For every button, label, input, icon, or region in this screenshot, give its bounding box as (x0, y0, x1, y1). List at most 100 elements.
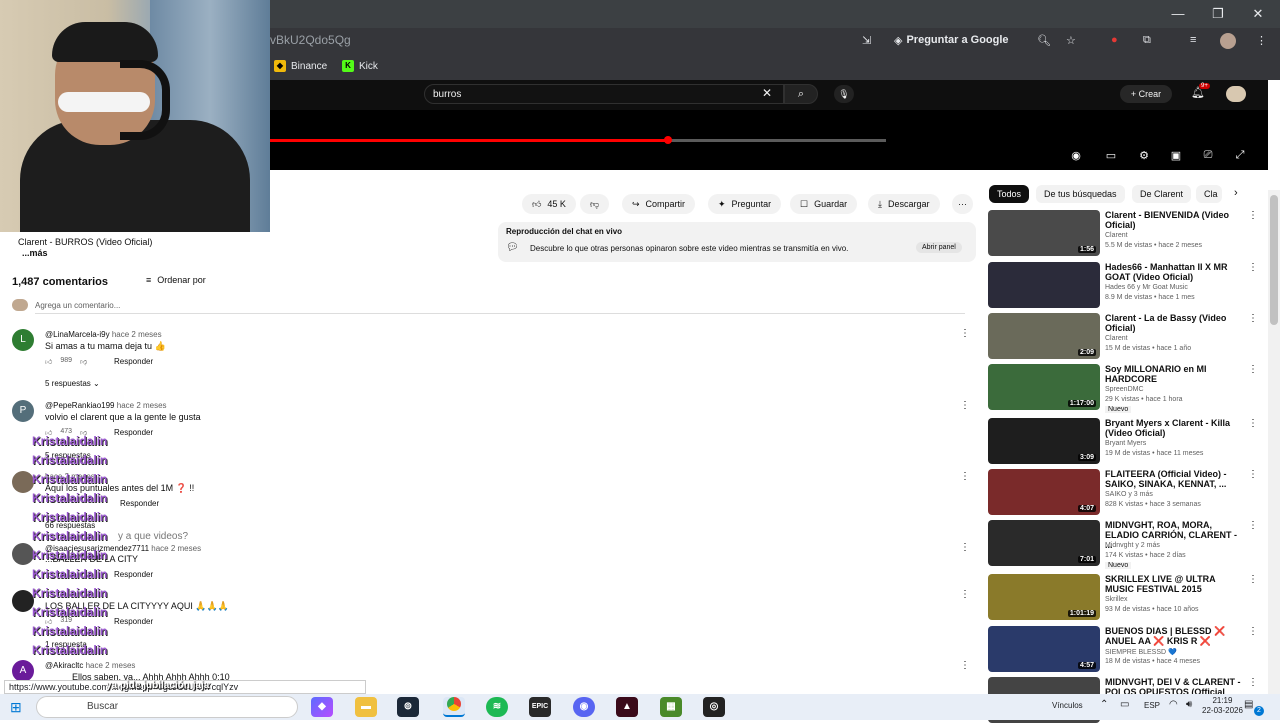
search-button[interactable]: ⌕ (784, 84, 818, 104)
video-menu-icon[interactable]: ⋮ (1248, 574, 1258, 585)
zoom-icon[interactable]: 🔍︎ (1037, 34, 1051, 47)
video-thumbnail[interactable]: 2:09 (988, 313, 1100, 359)
recommended-video[interactable]: 1:17:00 Soy MILLONARIO en MI HARDCORE Spre… (988, 364, 1258, 413)
reply-button[interactable]: Responder (114, 570, 153, 579)
video-menu-icon[interactable]: ⋮ (1248, 210, 1258, 221)
chip-all[interactable]: Todos (989, 185, 1030, 203)
fullscreen-icon[interactable]: ⤢ (1229, 149, 1251, 162)
epic-games-icon[interactable]: EPIC (529, 697, 551, 717)
profile-avatar[interactable] (1220, 33, 1236, 49)
channel-name[interactable]: SIEMPRE BLESSD 💙 (1105, 648, 1177, 656)
miniplayer-icon[interactable]: ▣ (1165, 149, 1187, 162)
bookmark-star-icon[interactable]: ☆ (1066, 34, 1076, 47)
windows-start-icon[interactable]: ⊞ (10, 699, 22, 716)
video-title[interactable]: FLAITEERA (Official Video) - SAIKO, SINA… (1105, 469, 1245, 489)
reply-button[interactable]: Responder (120, 499, 159, 508)
chip-more[interactable]: Cla (1196, 185, 1222, 203)
comment-handle[interactable]: @LinaMarcela-i9y hace 2 meses (45, 330, 162, 339)
comment-avatar[interactable] (12, 590, 34, 612)
extension-icon[interactable]: ● (1111, 34, 1118, 46)
recommended-video[interactable]: Hades66 - Manhattan II X MR GOAT (Video … (988, 262, 1258, 310)
share-button[interactable]: ↪ Compartir (622, 194, 696, 214)
dislike-button[interactable]: 👎︎ (580, 194, 610, 214)
chip-from-searches[interactable]: De tus búsquedas (1036, 185, 1125, 203)
channel-name[interactable]: Clarent (1105, 335, 1128, 342)
recommended-video[interactable]: 1:56 Clarent - BIENVENIDA (Video Oficial)… (988, 210, 1258, 258)
app-icon[interactable]: ▲ (616, 697, 638, 717)
scrubber-handle[interactable] (664, 136, 672, 144)
minecraft-icon[interactable]: ▦ (660, 697, 682, 717)
comment-menu-icon[interactable]: ⋮ (960, 400, 970, 411)
cast-icon[interactable]: ⎚ (1197, 149, 1219, 162)
video-thumbnail[interactable] (988, 262, 1100, 308)
account-avatar[interactable] (1226, 86, 1246, 102)
ask-google-button[interactable]: ◈ Preguntar a Google (894, 34, 1009, 47)
comment-avatar[interactable] (12, 543, 34, 565)
bookmark-kick[interactable]: K Kick (342, 60, 378, 72)
comment-menu-icon[interactable]: ⋮ (960, 660, 970, 671)
recommended-video[interactable]: 4:57 BUENOS DIAS | BLESSD ❌ ANUEL AA ❌ KR… (988, 626, 1258, 674)
create-button[interactable]: + Crear (1120, 85, 1172, 103)
chrome-icon[interactable] (443, 697, 465, 717)
comment-menu-icon[interactable]: ⋮ (960, 542, 970, 553)
thumbs-down-icon[interactable]: 👎︎ (80, 357, 87, 366)
taskbar-search[interactable]: Buscar (36, 696, 298, 718)
reply-button[interactable]: Responder (114, 617, 153, 626)
comment-avatar[interactable] (12, 471, 34, 493)
recommended-video[interactable]: 3:09 Bryant Myers x Clarent - Killa (Vide… (988, 418, 1258, 466)
video-menu-icon[interactable]: ⋮ (1248, 677, 1258, 688)
comment-avatar[interactable]: A (12, 660, 34, 682)
reply-button[interactable]: Responder (114, 357, 153, 366)
video-title[interactable]: Bryant Myers x Clarent - Killa (Video Of… (1105, 418, 1245, 438)
bookmark-binance[interactable]: ◆ Binance (274, 60, 327, 72)
like-button[interactable]: 👍︎ 45 K (522, 194, 576, 214)
comment-menu-icon[interactable]: ⋮ (960, 328, 970, 339)
obs-icon[interactable]: ◎ (703, 697, 725, 717)
video-menu-icon[interactable]: ⋮ (1248, 364, 1258, 375)
minimize-icon[interactable]: — (1158, 4, 1198, 24)
description-box[interactable]: Clarent - BURROS (Video Oficial) ...más (12, 226, 262, 262)
video-thumbnail[interactable]: 1:17:00 (988, 364, 1100, 410)
channel-name[interactable]: SpreenDMC (1105, 386, 1144, 393)
chip-from-clarent[interactable]: De Clarent (1132, 185, 1192, 203)
extensions-puzzle-icon[interactable]: ⧉ (1143, 34, 1151, 47)
comment-avatar[interactable]: P (12, 400, 34, 422)
channel-name[interactable]: Midnvght y 2 más (1105, 542, 1160, 549)
video-title[interactable]: BUENOS DIAS | BLESSD ❌ ANUEL AA ❌ KRIS R… (1105, 626, 1245, 646)
replies-toggle[interactable]: 5 respuestas ⌄ (45, 379, 100, 388)
video-title[interactable]: Hades66 - Manhattan II X MR GOAT (Video … (1105, 262, 1245, 282)
more-actions-icon[interactable]: ··· (952, 194, 973, 214)
video-title[interactable]: Soy MILLONARIO en MI HARDCORE (1105, 364, 1245, 384)
network-icon[interactable]: ▭ (1120, 699, 1129, 710)
discord-icon[interactable]: ◉ (573, 697, 595, 717)
video-thumbnail[interactable]: 4:57 (988, 626, 1100, 672)
open-panel-button[interactable]: Abrir panel (916, 242, 962, 253)
mic-icon[interactable]: 🎙︎ (834, 85, 854, 103)
reply-button[interactable]: Responder (114, 428, 153, 437)
volume-icon[interactable]: 🔊︎ (1186, 699, 1192, 710)
save-button[interactable]: ☐ Guardar (790, 194, 858, 214)
ask-button[interactable]: ✦ Preguntar (708, 194, 782, 214)
comment-menu-icon[interactable]: ⋮ (960, 471, 970, 482)
media-control-icon[interactable]: ≡ (1190, 34, 1196, 46)
video-title[interactable]: Clarent - La de Bassy (Video Oficial) (1105, 313, 1245, 333)
video-title[interactable]: Clarent - BIENVENIDA (Video Oficial) (1105, 210, 1245, 230)
settings-gear-icon[interactable]: ⚙ (1133, 149, 1155, 162)
sort-by-button[interactable]: ≡ Ordenar por (146, 275, 206, 285)
show-more-link[interactable]: ...más (22, 248, 48, 258)
recommended-video[interactable]: 1:01:19 SKRILLEX LIVE @ ULTRA MUSIC FESTI… (988, 574, 1258, 622)
steam-icon[interactable]: ⊚ (397, 697, 419, 717)
channel-name[interactable]: Hades 66 y Mr Goat Music (1105, 284, 1188, 291)
spotify-icon[interactable]: ≋ (486, 697, 508, 717)
video-thumbnail[interactable]: 7:01 (988, 520, 1100, 566)
video-menu-icon[interactable]: ⋮ (1248, 262, 1258, 273)
channel-name[interactable]: Skrillex (1105, 596, 1128, 603)
video-thumbnail[interactable]: 1:56 (988, 210, 1100, 256)
links-toolbar[interactable]: Vínculos (1052, 701, 1083, 710)
comment-handle[interactable]: @Akiracltc hace 2 meses (45, 661, 135, 670)
scrollbar-thumb[interactable] (1270, 195, 1278, 325)
wifi-icon[interactable]: ◠ (1169, 699, 1178, 710)
recommended-video[interactable]: 2:09 Clarent - La de Bassy (Video Oficial… (988, 313, 1258, 361)
notification-center-icon[interactable]: ▤ (1244, 699, 1253, 710)
video-menu-icon[interactable]: ⋮ (1248, 520, 1258, 531)
